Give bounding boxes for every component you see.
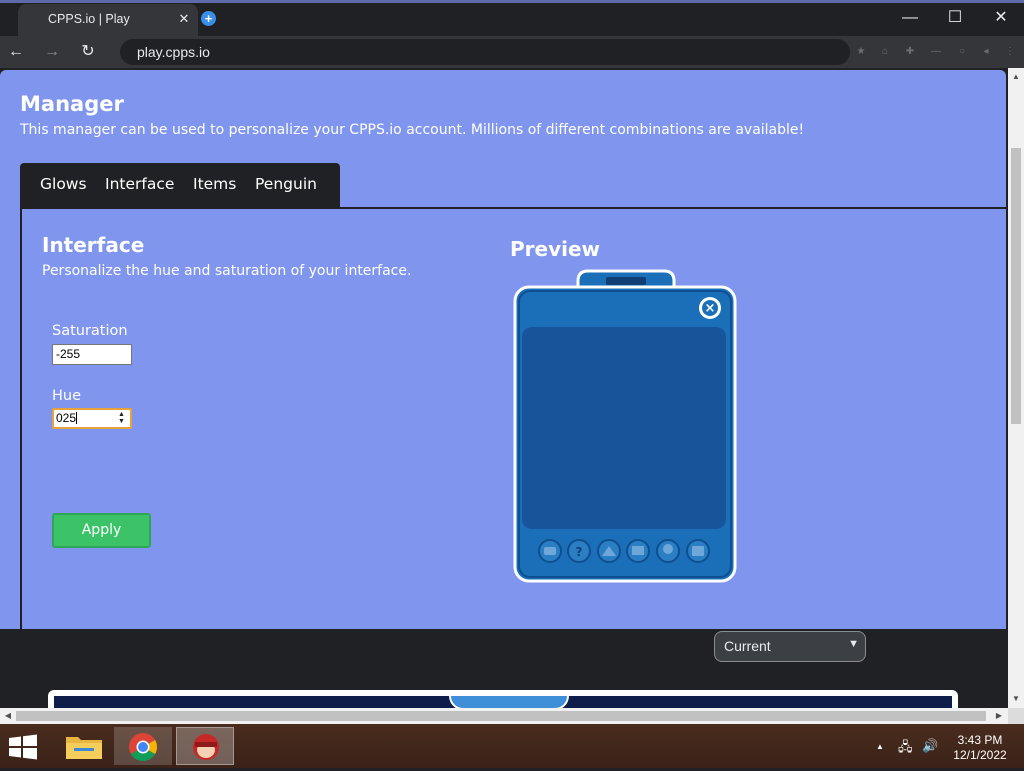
reload-button[interactable]: ↻	[76, 40, 100, 64]
volume-icon[interactable]: 🔊	[922, 738, 938, 754]
address-bar-url: play.cpps.io	[137, 44, 210, 60]
home-icon[interactable]: ⌂	[878, 46, 892, 58]
game-canvas[interactable]	[54, 696, 952, 708]
stamp-glyph	[692, 546, 704, 556]
address-bar[interactable]: play.cpps.io	[120, 39, 850, 65]
close-tab-icon[interactable]: ✕	[176, 11, 192, 27]
hue-spinner-icon[interactable]: ▲ ▼	[117, 411, 126, 425]
page-subtitle: This manager can be used to personalize …	[20, 122, 805, 138]
page-viewport: Manager This manager can be used to pers…	[0, 68, 1008, 708]
saturation-value: -255	[56, 347, 81, 361]
close-window-button[interactable]: ✕	[986, 6, 1016, 30]
section-subtitle: Personalize the hue and saturation of yo…	[42, 263, 412, 279]
clock-time: 3:43 PM	[957, 733, 1003, 747]
taskbar: ▲ 🖧 🔊 3:43 PM 12/1/2022	[0, 724, 1024, 768]
saturation-input[interactable]: -255	[52, 344, 132, 365]
game-top-badge	[449, 696, 569, 708]
apply-button[interactable]: Apply	[52, 513, 151, 548]
section-title: Interface	[42, 233, 145, 257]
tray-expand-icon[interactable]: ▲	[876, 742, 884, 751]
new-tab-button[interactable]: +	[201, 11, 216, 26]
forward-button[interactable]: →	[40, 40, 64, 64]
browser-tab-strip: CPPS.io | Play ✕ + — ☐ ✕	[0, 0, 1024, 36]
vertical-scrollbar[interactable]: ▲ ▼	[1008, 68, 1024, 708]
scroll-left-icon[interactable]: ◀	[1, 708, 15, 724]
extension-icon[interactable]: ○	[955, 46, 969, 58]
interface-panel: Interface Personalize the hue and satura…	[20, 207, 1006, 632]
chrome-taskbar-button[interactable]	[114, 727, 172, 765]
back-button[interactable]: ←	[4, 40, 28, 64]
chevron-down-icon: ▼	[848, 638, 859, 650]
star-icon[interactable]: ★	[854, 46, 868, 58]
device-close-glyph: ×	[705, 301, 716, 316]
smile-glyph	[544, 547, 556, 555]
version-select[interactable]: Current ▼	[714, 631, 866, 662]
manager-tabs: Glows Interface Items Penguin	[20, 163, 340, 208]
scrollbar-corner	[1008, 708, 1024, 724]
tab-items[interactable]: Items	[193, 175, 236, 193]
text-caret	[76, 412, 78, 424]
tab-glows[interactable]: Glows	[40, 175, 87, 193]
minimize-button[interactable]: —	[895, 6, 925, 30]
network-icon[interactable]: 🖧	[898, 738, 913, 760]
chrome-icon	[129, 733, 157, 761]
tab-penguin[interactable]: Penguin	[255, 175, 317, 193]
hue-value: 025	[56, 411, 77, 425]
scroll-down-icon[interactable]: ▼	[1008, 692, 1024, 706]
saturation-label: Saturation	[52, 323, 128, 339]
extension-icon[interactable]: ✚	[903, 46, 917, 58]
browser-toolbar: ← → ↻ play.cpps.io ★ ⌂ ✚ — ○ ◂ ⋮	[0, 36, 1024, 68]
game-frame	[48, 690, 958, 708]
cpps-app-taskbar-button[interactable]	[176, 727, 234, 765]
vertical-scroll-thumb[interactable]	[1011, 148, 1021, 424]
folder-icon	[66, 737, 102, 759]
tab-interface[interactable]: Interface	[105, 175, 174, 193]
clock-date: 12/1/2022	[953, 748, 1007, 762]
globe-glyph	[663, 544, 673, 554]
mail-glyph	[632, 546, 644, 555]
file-explorer-taskbar-button[interactable]	[56, 727, 114, 765]
hue-input[interactable]: 025 ▲ ▼	[52, 408, 132, 429]
manager-page: Manager This manager can be used to pers…	[0, 70, 1006, 632]
hue-label: Hue	[52, 388, 82, 404]
penguin-app-icon	[193, 734, 219, 760]
windows-start-icon[interactable]	[8, 734, 38, 760]
device-grip-icon	[606, 277, 646, 285]
browser-tab-cpps[interactable]: CPPS.io | Play ✕	[18, 4, 198, 36]
interface-preview-device: × ?	[513, 269, 737, 583]
device-screen	[522, 327, 726, 529]
maximize-button[interactable]: ☐	[940, 6, 970, 30]
sound-icon[interactable]: ◂	[979, 46, 993, 58]
page-title: Manager	[20, 92, 124, 116]
help-glyph: ?	[576, 545, 583, 559]
browser-tab-title: CPPS.io | Play	[48, 12, 130, 26]
scroll-up-icon[interactable]: ▲	[1008, 70, 1024, 84]
horizontal-scrollbar[interactable]: ◀ ▶	[0, 708, 1008, 724]
horizontal-scroll-thumb[interactable]	[16, 711, 986, 721]
system-clock[interactable]: 3:43 PM 12/1/2022	[950, 733, 1010, 763]
extension-icon[interactable]: —	[929, 46, 943, 58]
version-select-value: Current	[724, 638, 771, 654]
scroll-right-icon[interactable]: ▶	[992, 708, 1006, 724]
menu-icon[interactable]: ⋮	[1003, 46, 1017, 58]
preview-title: Preview	[510, 237, 601, 261]
tab-strip-accent	[0, 0, 1024, 3]
